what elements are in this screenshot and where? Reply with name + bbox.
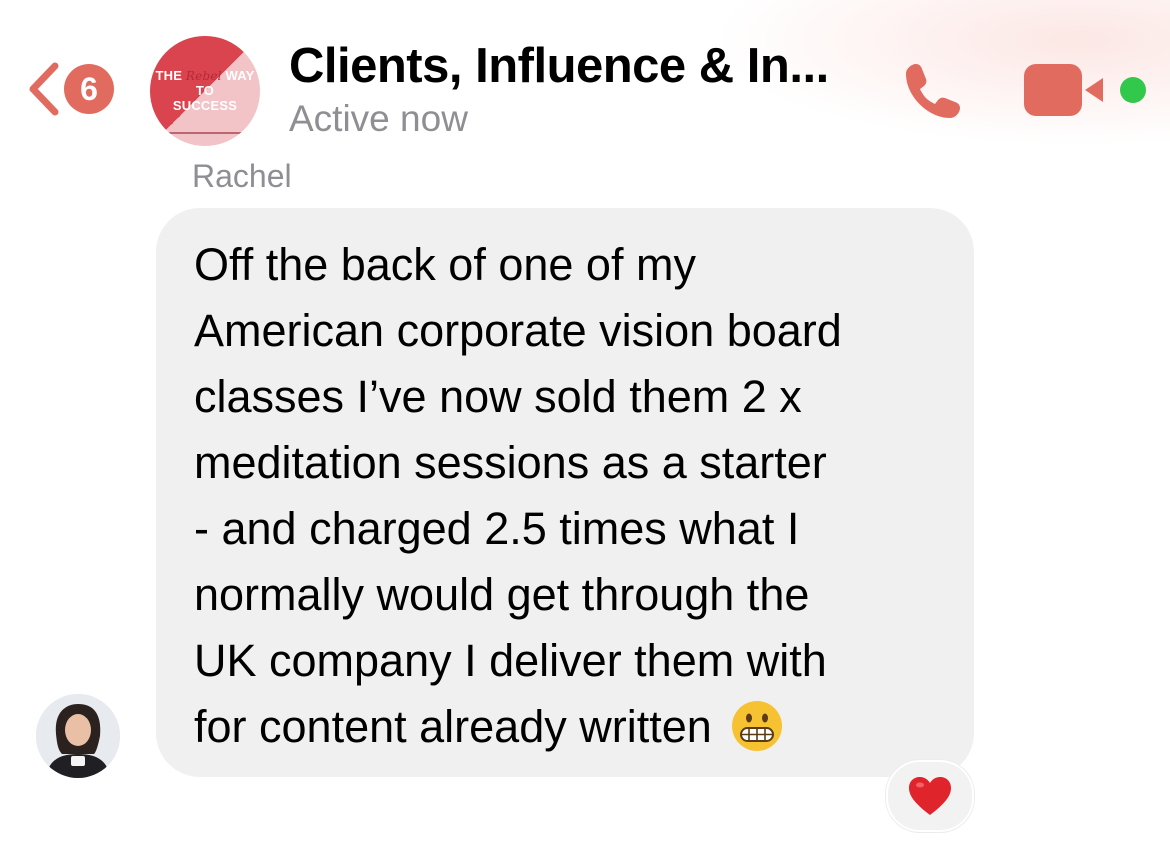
chevron-left-icon <box>29 62 59 116</box>
red-heart-icon <box>909 777 951 815</box>
online-status-dot <box>1120 77 1146 103</box>
message-bubble[interactable]: Off the back of one of my American corpo… <box>156 208 974 777</box>
video-call-button[interactable] <box>1024 64 1108 116</box>
reaction-badge[interactable] <box>886 760 974 832</box>
message-text: Off the back of one of my American corpo… <box>194 232 964 760</box>
sender-name: Rachel <box>192 158 292 194</box>
message-line: UK company I deliver them with <box>194 635 827 686</box>
sender-avatar[interactable] <box>36 694 120 778</box>
message-line: normally would get through the <box>194 569 810 620</box>
message-line-last: for content already written <box>194 694 964 760</box>
message-line: classes I’ve now sold them 2 x <box>194 371 802 422</box>
logo-tagline-mark <box>168 132 242 134</box>
message-line: Off the back of one of my <box>194 239 696 290</box>
message-line: - and charged 2.5 times what I <box>194 503 800 554</box>
chat-title[interactable]: Clients, Influence & In... <box>289 38 829 94</box>
video-camera-lens <box>1085 78 1103 102</box>
logo-text-line-3: SUCCESS <box>172 98 238 113</box>
logo-text-line-2: TO <box>195 83 215 98</box>
video-camera-icon <box>1024 64 1082 116</box>
person-photo-icon <box>36 694 120 778</box>
grimacing-face-emoji <box>732 701 783 752</box>
back-button[interactable]: 6 <box>26 56 114 122</box>
group-avatar[interactable]: THE Rebel WAY TO SUCCESS <box>150 36 260 146</box>
phone-icon[interactable] <box>902 60 966 122</box>
unread-count-badge: 6 <box>64 64 114 114</box>
message-line: American corporate vision board <box>194 305 842 356</box>
chat-status: Active now <box>289 98 468 139</box>
message-line: meditation sessions as a starter <box>194 437 827 488</box>
logo-text-line-1: THE Rebel WAY <box>155 68 255 83</box>
